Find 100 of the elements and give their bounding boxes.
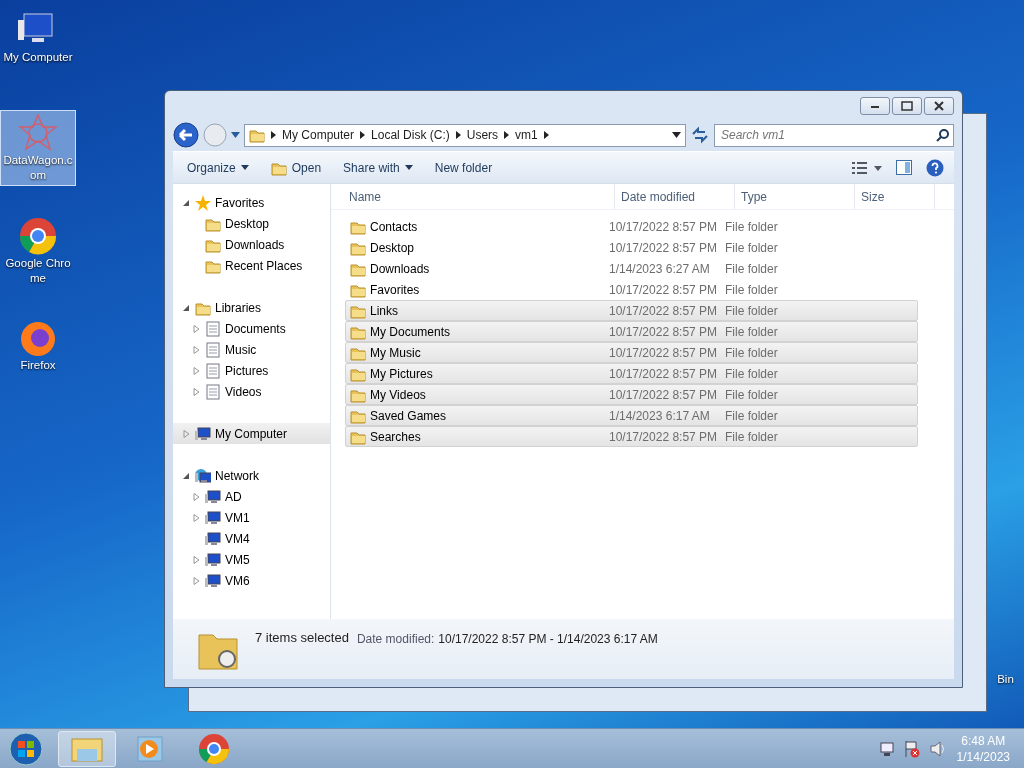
nav-item[interactable]: VM1 [173,507,330,528]
desktop-icon[interactable]: Google Chrome [0,214,76,288]
file-row[interactable]: Saved Games 1/14/2023 6:17 AM File folder [345,405,918,426]
close-icon [932,100,946,112]
file-type: File folder [725,386,779,404]
expand-arrow-icon[interactable] [192,387,200,396]
file-row[interactable]: Downloads 1/14/2023 6:27 AM File folder [345,258,918,279]
desktop-icon[interactable]: My Computer [0,8,76,67]
clock-date: 1/14/2023 [956,748,1010,765]
nav-item[interactable]: Desktop [173,213,330,234]
view-icon[interactable] [852,160,882,175]
nav-item[interactable]: Documents [173,318,330,339]
file-date: 10/17/2022 8:57 PM [608,239,719,257]
icon-label: My Computer [3,50,73,65]
breadcrumb-item[interactable]: My Computer [282,126,355,144]
file-row[interactable]: My Videos 10/17/2022 8:57 PM File folder [345,384,918,405]
file-name: Downloads [370,260,430,278]
file-type: File folder [725,239,779,257]
toolbar-button[interactable]: New folder [430,156,497,179]
nav-item[interactable]: VM5 [173,549,330,570]
icon-label: Google Chrome [4,256,72,286]
expand-arrow-icon[interactable] [192,513,200,522]
file-type: File folder [725,428,779,446]
address-bar[interactable]: My Computer Local Disk (C:) Users vm1 [244,123,686,147]
nav-item[interactable]: VM4 [173,528,330,549]
computer-icon [205,509,221,526]
open-button[interactable]: Open [266,156,326,179]
nav-item[interactable]: My Computer [173,423,330,444]
chevron-icon[interactable] [271,131,276,139]
file-date: 10/17/2022 8:57 PM [608,428,719,446]
file-date: 10/17/2022 8:57 PM [608,386,719,404]
nav-item[interactable]: Music [173,339,330,360]
toolbar-button[interactable]: Share with [339,156,417,179]
toolbar-button[interactable]: Organize [183,156,253,179]
windows-logo-icon [9,731,43,766]
file-name: My Pictures [370,365,433,383]
file-row[interactable]: Favorites 10/17/2022 8:57 PM File folder [345,279,918,300]
expand-arrow-icon[interactable] [192,555,200,564]
file-row[interactable]: Desktop 10/17/2022 8:57 PM File folder [345,237,918,258]
file-name: Favorites [370,281,420,299]
breadcrumb-item[interactable]: Users [466,126,499,144]
file-date: 10/17/2022 8:57 PM [608,344,719,362]
desktop-icon[interactable]: Bin [987,630,1024,689]
help-icon[interactable] [926,158,944,177]
preview-pane-icon[interactable] [896,160,912,175]
nav-item[interactable]: AD [173,486,330,507]
nav-item[interactable]: Videos [173,381,330,402]
document-icon [205,320,221,337]
file-type: File folder [725,323,779,341]
breadcrumb-item[interactable]: vm1 [515,126,538,144]
file-name: Saved Games [370,407,447,425]
play-icon [137,735,163,762]
expand-arrow-icon[interactable] [192,366,200,375]
nav-item[interactable]: Pictures [173,360,330,381]
file-type: File folder [725,218,779,236]
file-row[interactable]: My Music 10/17/2022 8:57 PM File folder [345,342,918,363]
computer-icon [205,488,221,505]
file-row[interactable]: My Documents 10/17/2022 8:57 PM File folder [345,321,918,342]
search-icon [936,128,949,142]
expand-arrow-icon[interactable] [192,492,200,501]
nav-item[interactable]: Downloads [173,234,330,255]
chevron-icon[interactable] [360,131,366,139]
search-field[interactable]: Search vm1 [714,123,954,147]
nav-item[interactable]: Recent Places [173,255,330,276]
selection-count: 7 items selected [255,629,349,647]
nav-item[interactable]: Libraries [173,297,330,318]
breadcrumb-item[interactable]: Local Disk (C:) [371,126,450,144]
refresh-icon[interactable] [690,126,710,144]
expand-arrow-icon[interactable] [192,345,200,354]
expand-arrow-icon[interactable] [192,324,200,333]
expand-arrow-icon[interactable] [192,576,200,585]
speaker-icon[interactable] [928,739,947,758]
collapse-arrow-icon[interactable] [182,303,190,312]
nav-item[interactable]: Network [173,465,330,486]
detail-label: Date modified: [356,631,435,648]
computer-icon [205,530,221,547]
detail-value: 10/17/2022 8:57 PM - 1/14/2023 6:17 AM [438,631,658,648]
minimize-button[interactable] [860,97,890,115]
file-date: 10/17/2022 8:57 PM [608,281,719,299]
file-date: 10/17/2022 8:57 PM [608,302,719,320]
file-date: 1/14/2023 6:17 AM [608,407,711,425]
chevron-icon[interactable] [455,131,461,139]
chevron-icon[interactable] [543,131,549,139]
nav-item[interactable]: VM6 [173,570,330,591]
file-name: My Documents [370,323,451,341]
collapse-arrow-icon[interactable] [182,471,190,480]
flag-icon[interactable] [902,739,921,758]
desktop-icon[interactable]: Firefox [0,316,76,375]
computer-icon [195,425,211,442]
close-button[interactable] [924,97,954,115]
file-row[interactable]: Searches 10/17/2022 8:57 PM File folder [345,426,918,447]
maximize-button[interactable] [892,97,922,115]
chevron-icon[interactable] [504,131,510,139]
back-icon[interactable] [173,122,199,148]
file-row[interactable]: Contacts 10/17/2022 8:57 PM File folder [345,216,918,237]
collapse-arrow-icon[interactable] [182,198,190,207]
nav-item[interactable]: Favorites [173,192,330,213]
file-row[interactable]: My Pictures 10/17/2022 8:57 PM File folder [345,363,918,384]
file-row[interactable]: Links 10/17/2022 8:57 PM File folder [345,300,918,321]
dropdown-icon[interactable] [672,132,681,138]
